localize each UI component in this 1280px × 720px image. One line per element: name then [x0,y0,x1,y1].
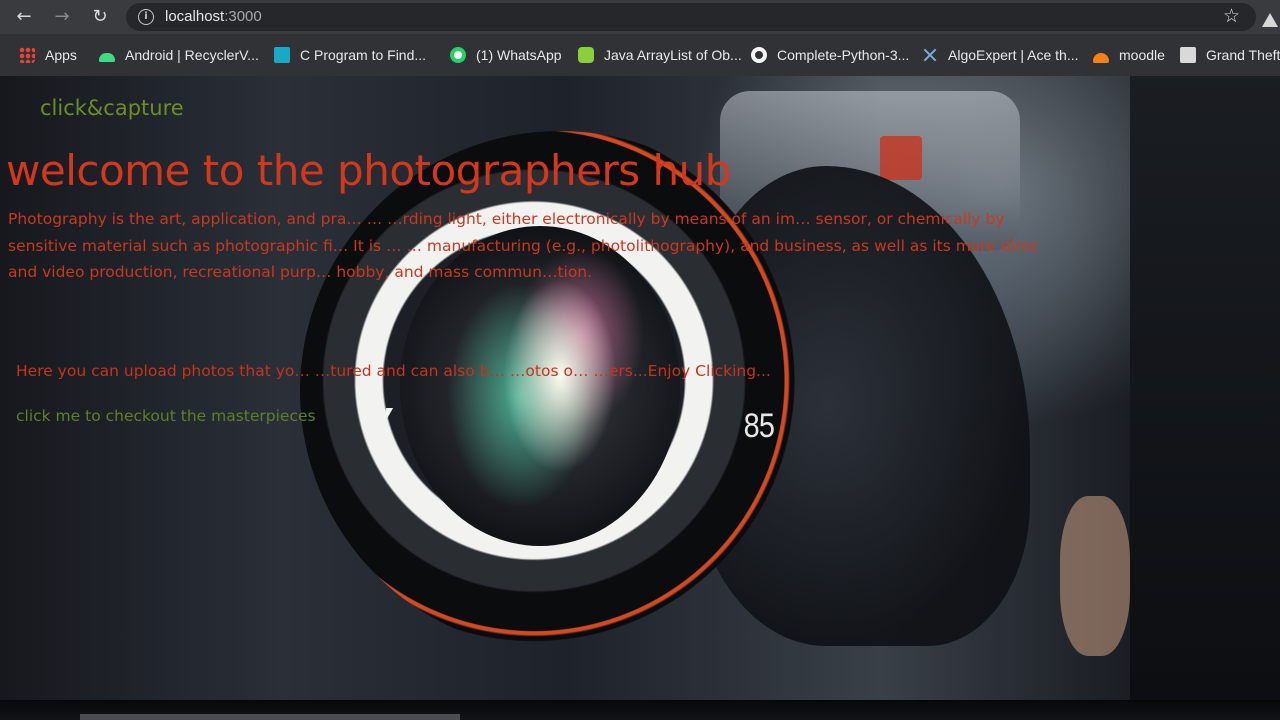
bookmark-label: Java ArrayList of Ob... [604,47,742,63]
site-favicon-icon [274,47,290,63]
forward-arrow-icon[interactable]: → [50,5,74,29]
intro-line: sensitive material such as photographic … [8,236,1040,255]
bookmark-label: AlgoExpert | Ace th... [948,47,1079,63]
bookmark-label: C Program to Find... [300,47,427,63]
url-port: :3000 [224,8,262,25]
browser-toolbar: ← → ↻ i localhost:3000 ☆ [0,0,1280,34]
bookmark-c-program[interactable]: C Program to Find... [274,44,426,66]
intro-line: and video production, recreational purp…… [8,263,593,281]
bookmark-algoexpert[interactable]: AlgoExpert | Ace th... [922,44,1078,66]
reload-icon[interactable]: ↻ [88,5,112,29]
algoexpert-icon [922,47,938,63]
bokeh-decoration [1060,496,1130,656]
bookmark-label: Grand Theft A [1206,47,1280,63]
back-arrow-icon[interactable]: ← [12,5,36,29]
url-host: localhost [165,8,225,25]
lens-focal-marking: 85 [743,407,775,445]
bookmark-grand-theft[interactable]: Grand Theft A [1180,44,1280,66]
bookmarks-bar: Apps Android | RecyclerV... C Program to… [0,34,1280,76]
page-headline: welcome to the photographers hub [6,146,731,195]
screen-edge [1130,76,1280,700]
taskbar-strip [80,714,460,720]
bookmark-label: (1) WhatsApp [476,47,562,63]
intro-line: Photography is the art, application, and… [8,210,1005,228]
site-favicon-icon [578,47,594,63]
bookmark-moodle[interactable]: moodle [1093,44,1165,66]
site-favicon-icon [1180,47,1196,63]
web-page: 85 click&capture welcome to the photogra… [0,76,1130,700]
bookmark-complete-python[interactable]: Complete-Python-3... [751,44,909,66]
whatsapp-icon [450,47,466,63]
upload-tagline: Here you can upload photos that yo… …tur… [16,362,771,380]
url-text[interactable]: localhost:3000 [165,8,262,26]
intro-paragraph: Photography is the art, application, and… [8,206,1130,286]
bookmark-android[interactable]: Android | RecyclerV... [99,44,259,66]
bookmark-label: Apps [45,47,77,63]
bookmark-star-icon[interactable]: ☆ [1223,5,1240,27]
bookmark-apps[interactable]: Apps [19,44,77,66]
bookmark-whatsapp[interactable]: (1) WhatsApp [450,44,562,66]
site-brand-link[interactable]: click&capture [40,94,184,122]
extension-icon[interactable] [1262,13,1278,27]
bookmark-java-arraylist[interactable]: Java ArrayList of Ob... [578,44,742,66]
moodle-icon [1093,53,1109,63]
camera-badge-decoration [880,136,922,180]
site-info-icon[interactable]: i [138,9,154,25]
android-icon [99,53,115,62]
address-bar[interactable]: i localhost:3000 ☆ [126,3,1256,31]
github-icon [751,47,767,63]
apps-grid-icon [19,47,35,63]
bookmark-label: Android | RecyclerV... [125,47,259,63]
bookmark-label: Complete-Python-3... [777,47,910,63]
bookmark-label: moodle [1119,47,1165,63]
masterpieces-link[interactable]: click me to checkout the masterpieces [16,405,316,427]
